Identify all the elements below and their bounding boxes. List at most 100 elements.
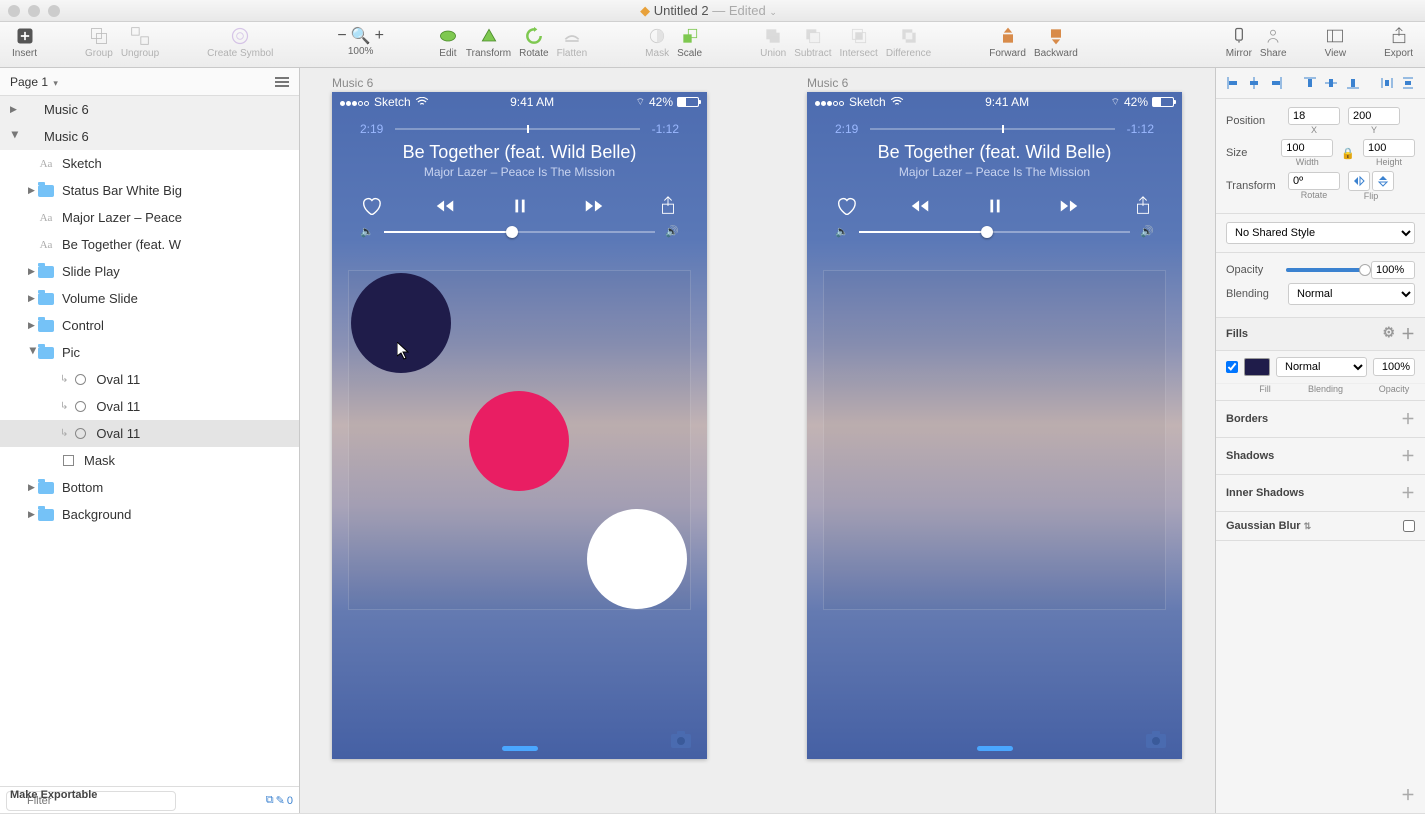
- disclosure-triangle-icon[interactable]: ▶: [28, 348, 39, 358]
- add-inner-shadow-button[interactable]: ＋: [1401, 483, 1415, 503]
- oval-pink[interactable]: [469, 391, 569, 491]
- volume-slider[interactable]: [384, 231, 656, 233]
- fill-blending-select[interactable]: Normal: [1276, 357, 1367, 377]
- layer-row[interactable]: AaBe Together (feat. W: [0, 231, 299, 258]
- transform-button[interactable]: Transform: [462, 26, 515, 59]
- prev-track-icon[interactable]: [909, 195, 931, 217]
- close-window-icon[interactable]: [8, 5, 20, 17]
- layer-row[interactable]: ▶Bottom: [0, 474, 299, 501]
- distribute-v-button[interactable]: [1399, 74, 1417, 92]
- pause-icon[interactable]: [984, 195, 1006, 217]
- camera-icon[interactable]: [1144, 729, 1168, 749]
- lock-aspect-icon[interactable]: 🔒: [1341, 147, 1355, 160]
- layer-row[interactable]: ↳Oval 11: [0, 393, 299, 420]
- artboard-label-2[interactable]: Music 6: [807, 76, 848, 90]
- rotate-button[interactable]: Rotate: [515, 26, 552, 59]
- disclosure-triangle-icon[interactable]: ▶: [28, 509, 38, 520]
- difference-button[interactable]: Difference: [882, 26, 935, 59]
- blur-enabled-checkbox[interactable]: [1403, 520, 1415, 532]
- width-input[interactable]: [1281, 139, 1333, 157]
- add-border-button[interactable]: ＋: [1401, 409, 1415, 429]
- flip-v-button[interactable]: [1372, 171, 1394, 191]
- heart-icon[interactable]: [360, 195, 382, 217]
- height-input[interactable]: [1363, 139, 1415, 157]
- opacity-slider[interactable]: [1286, 268, 1365, 272]
- opacity-value-input[interactable]: [1371, 261, 1415, 279]
- blending-select[interactable]: Normal: [1288, 283, 1415, 305]
- flip-h-button[interactable]: [1348, 171, 1370, 191]
- add-shadow-button[interactable]: ＋: [1401, 446, 1415, 466]
- layer-row[interactable]: ▶Control: [0, 312, 299, 339]
- zoom-out-button[interactable]: −: [337, 27, 346, 45]
- align-center-v-button[interactable]: [1323, 74, 1341, 92]
- rotate-input[interactable]: [1288, 172, 1340, 190]
- heart-icon[interactable]: [835, 195, 857, 217]
- layer-row[interactable]: ↳Oval 11: [0, 420, 299, 447]
- pos-x-input[interactable]: [1288, 107, 1340, 125]
- layer-row[interactable]: ↳Oval 11: [0, 366, 299, 393]
- artboard-music-1[interactable]: Sketch 9:41 AM ⌔ 42% 2:19 -1:12 Be Toget…: [332, 92, 707, 759]
- page-selector[interactable]: Page 1 ▾: [0, 68, 299, 96]
- inner-shadows-section[interactable]: Inner Shadows＋: [1216, 475, 1425, 512]
- layer-row[interactable]: AaMajor Lazer – Peace: [0, 204, 299, 231]
- layer-row[interactable]: ▶Volume Slide: [0, 285, 299, 312]
- zoom-in-button[interactable]: +: [375, 27, 384, 45]
- ungroup-button[interactable]: Ungroup: [117, 26, 163, 59]
- zoom-control[interactable]: − 🔍 + 100%: [337, 26, 384, 57]
- disclosure-triangle-icon[interactable]: ▶: [28, 293, 38, 304]
- playback-progress[interactable]: [870, 128, 1114, 130]
- subtract-button[interactable]: Subtract: [790, 26, 835, 59]
- align-center-h-button[interactable]: [1246, 74, 1264, 92]
- layer-row[interactable]: ▶Status Bar White Big: [0, 177, 299, 204]
- view-button[interactable]: View: [1321, 26, 1351, 59]
- create-symbol-button[interactable]: Create Symbol: [203, 26, 277, 59]
- share-icon[interactable]: [1132, 195, 1154, 217]
- layer-row[interactable]: ▶Music 6: [0, 96, 299, 123]
- playback-progress[interactable]: [395, 128, 639, 130]
- oval-dark[interactable]: [351, 273, 451, 373]
- align-right-button[interactable]: [1267, 74, 1285, 92]
- page-list-icon[interactable]: [275, 77, 289, 87]
- layer-row[interactable]: ▶Background: [0, 501, 299, 528]
- edit-button[interactable]: Edit: [434, 26, 462, 59]
- insert-button[interactable]: Insert: [8, 26, 41, 59]
- layer-row[interactable]: ▶Slide Play: [0, 258, 299, 285]
- next-track-icon[interactable]: [1058, 195, 1080, 217]
- mirror-button[interactable]: Mirror: [1222, 26, 1256, 59]
- fills-settings-icon[interactable]: ⚙: [1382, 324, 1395, 344]
- zoom-window-icon[interactable]: [48, 5, 60, 17]
- artboard-music-2[interactable]: Sketch 9:41 AM ⌔ 42% 2:19 -1:12 Be Toget…: [807, 92, 1182, 759]
- pos-y-input[interactable]: [1348, 107, 1400, 125]
- export-button[interactable]: Export: [1380, 26, 1417, 59]
- next-track-icon[interactable]: [583, 195, 605, 217]
- disclosure-triangle-icon[interactable]: ▶: [28, 185, 38, 196]
- fill-color-swatch[interactable]: [1244, 358, 1270, 376]
- gaussian-blur-section[interactable]: Gaussian Blur ⇅: [1216, 512, 1425, 541]
- add-export-button[interactable]: ＋: [1401, 785, 1415, 805]
- fill-enabled-checkbox[interactable]: [1226, 361, 1238, 373]
- disclosure-triangle-icon[interactable]: ▶: [10, 104, 20, 115]
- share-icon[interactable]: [657, 195, 679, 217]
- camera-icon[interactable]: [669, 729, 693, 749]
- shadows-section[interactable]: Shadows＋: [1216, 438, 1425, 475]
- layer-row[interactable]: AaSketch: [0, 150, 299, 177]
- canvas[interactable]: Music 6 Music 6 Sketch 9:41 AM ⌔ 42% 2: [300, 68, 1215, 814]
- mask-button[interactable]: Mask: [641, 26, 673, 59]
- minimize-window-icon[interactable]: [28, 5, 40, 17]
- layer-row[interactable]: ▶Music 6: [0, 123, 299, 150]
- shared-style-select[interactable]: No Shared Style: [1226, 222, 1415, 244]
- align-left-button[interactable]: [1224, 74, 1242, 92]
- layer-row[interactable]: ▶Pic: [0, 339, 299, 366]
- pause-icon[interactable]: [509, 195, 531, 217]
- disclosure-triangle-icon[interactable]: ▶: [10, 132, 21, 142]
- artboard-label-1[interactable]: Music 6: [332, 76, 373, 90]
- add-fill-button[interactable]: ＋: [1401, 324, 1415, 344]
- intersect-button[interactable]: Intersect: [835, 26, 881, 59]
- disclosure-triangle-icon[interactable]: ▶: [28, 266, 38, 277]
- forward-button[interactable]: Forward: [985, 26, 1030, 59]
- fill-opacity-input[interactable]: [1373, 358, 1415, 376]
- oval-white[interactable]: [587, 509, 687, 609]
- backward-button[interactable]: Backward: [1030, 26, 1082, 59]
- distribute-h-button[interactable]: [1378, 74, 1396, 92]
- magnifier-icon[interactable]: 🔍: [351, 26, 371, 46]
